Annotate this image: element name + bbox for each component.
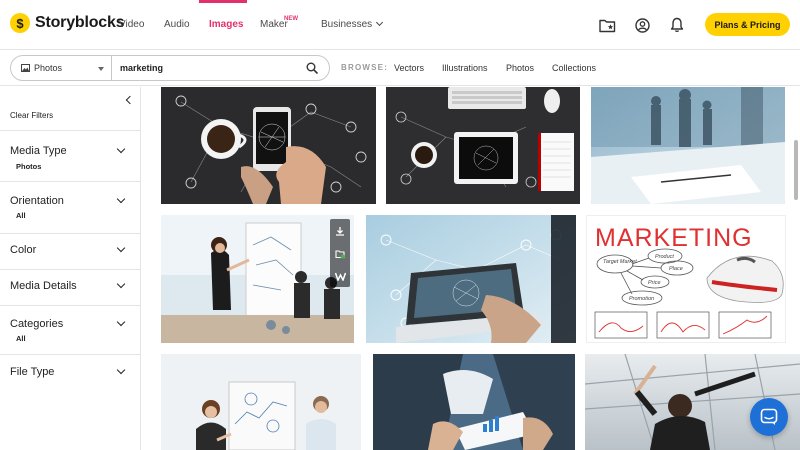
filter-value: All: [16, 334, 26, 343]
chat-support-button[interactable]: [750, 398, 788, 436]
filter-title: Color: [10, 244, 37, 256]
filter-media-type[interactable]: Media Type Photos: [0, 130, 140, 181]
nav-businesses[interactable]: Businesses: [321, 18, 384, 30]
sketch-word-target: Target Market: [603, 259, 637, 265]
sketch-word-price: Price: [648, 280, 661, 286]
clear-filters-link[interactable]: Clear Filters: [10, 111, 53, 120]
filter-orientation[interactable]: Orientation All: [0, 181, 140, 233]
filter-media-details[interactable]: Media Details: [0, 269, 140, 305]
chevron-down-icon: [116, 243, 126, 253]
browse-photos-link[interactable]: Photos: [506, 63, 534, 73]
sketch-word-product: Product: [655, 254, 674, 260]
result-image-presentation-team[interactable]: [161, 354, 361, 450]
image-icon: [21, 64, 30, 72]
result-image-tablet-chart-meeting[interactable]: [373, 354, 575, 450]
storyblocks-logo[interactable]: $ Storyblocks: [10, 13, 125, 33]
new-badge: NEW: [284, 16, 298, 22]
chevron-down-icon: [116, 279, 126, 289]
media-type-select[interactable]: Photos: [11, 56, 112, 80]
bell-icon[interactable]: [666, 14, 688, 36]
result-image-laptop-network[interactable]: [366, 215, 576, 343]
add-to-folder-icon[interactable]: [335, 249, 345, 259]
filter-color[interactable]: Color: [0, 233, 140, 269]
search-box: Photos: [10, 55, 330, 81]
filter-title: File Type: [10, 366, 55, 378]
sketch-word-place: Place: [669, 266, 683, 272]
caret-down-icon: [98, 67, 104, 71]
marketing-sketch-title: MARKETING: [595, 224, 753, 252]
brand-name: Storyblocks: [35, 14, 125, 31]
maker-icon[interactable]: [334, 272, 346, 281]
filter-categories[interactable]: Categories All: [0, 305, 140, 354]
chevron-down-icon: [376, 18, 384, 27]
chevron-down-icon: [116, 194, 126, 204]
top-navigation: $ Storyblocks Video Audio Images Maker N…: [0, 0, 800, 50]
user-circle-icon[interactable]: [631, 14, 653, 36]
filter-file-type[interactable]: File Type: [0, 354, 140, 390]
media-type-value: Photos: [34, 63, 63, 73]
filter-value: Photos: [16, 162, 42, 171]
result-image-desk-tablet[interactable]: [386, 87, 580, 204]
folder-star-icon[interactable]: [596, 14, 618, 36]
browse-label: BROWSE:: [341, 63, 389, 72]
image-hover-tools: [330, 219, 350, 287]
filter-title: Orientation: [10, 195, 64, 207]
filter-sidebar: Clear Filters Media Type Photos Orientat…: [0, 87, 141, 450]
nav-video[interactable]: Video: [119, 19, 144, 30]
collapse-sidebar-icon[interactable]: [123, 95, 135, 107]
nav-audio[interactable]: Audio: [164, 19, 190, 30]
nav-images[interactable]: Images: [209, 19, 243, 30]
result-image-whiteboard-meeting[interactable]: [161, 215, 354, 343]
chat-icon: [760, 408, 778, 425]
active-tab-indicator: [199, 0, 247, 3]
search-input[interactable]: [112, 56, 299, 80]
filter-title: Media Type: [10, 145, 67, 157]
chevron-down-icon: [116, 144, 126, 154]
chevron-down-icon: [116, 365, 126, 375]
filter-title: Media Details: [10, 280, 77, 292]
result-image-business-silhouettes[interactable]: [591, 87, 785, 204]
search-icon[interactable]: [299, 56, 325, 80]
filter-value: All: [16, 211, 26, 220]
download-icon[interactable]: [335, 226, 345, 236]
filter-title: Categories: [10, 318, 64, 330]
result-image-coffee-phone[interactable]: [161, 87, 376, 204]
plans-pricing-button[interactable]: Plans & Pricing: [705, 13, 790, 36]
page-scrollbar[interactable]: [794, 140, 798, 200]
logo-mark-icon: $: [10, 13, 30, 33]
chevron-down-icon: [116, 317, 126, 327]
browse-illustrations-link[interactable]: Illustrations: [442, 63, 488, 73]
sketch-word-promotion: Promotion: [629, 296, 654, 302]
results-grid: MARKETING Target Market Product Place Pr…: [141, 87, 800, 450]
result-image-marketing-sketch[interactable]: MARKETING Target Market Product Place Pr…: [586, 215, 786, 343]
browse-vectors-link[interactable]: Vectors: [394, 63, 424, 73]
nav-businesses-label: Businesses: [321, 19, 373, 30]
browse-collections-link[interactable]: Collections: [552, 63, 596, 73]
